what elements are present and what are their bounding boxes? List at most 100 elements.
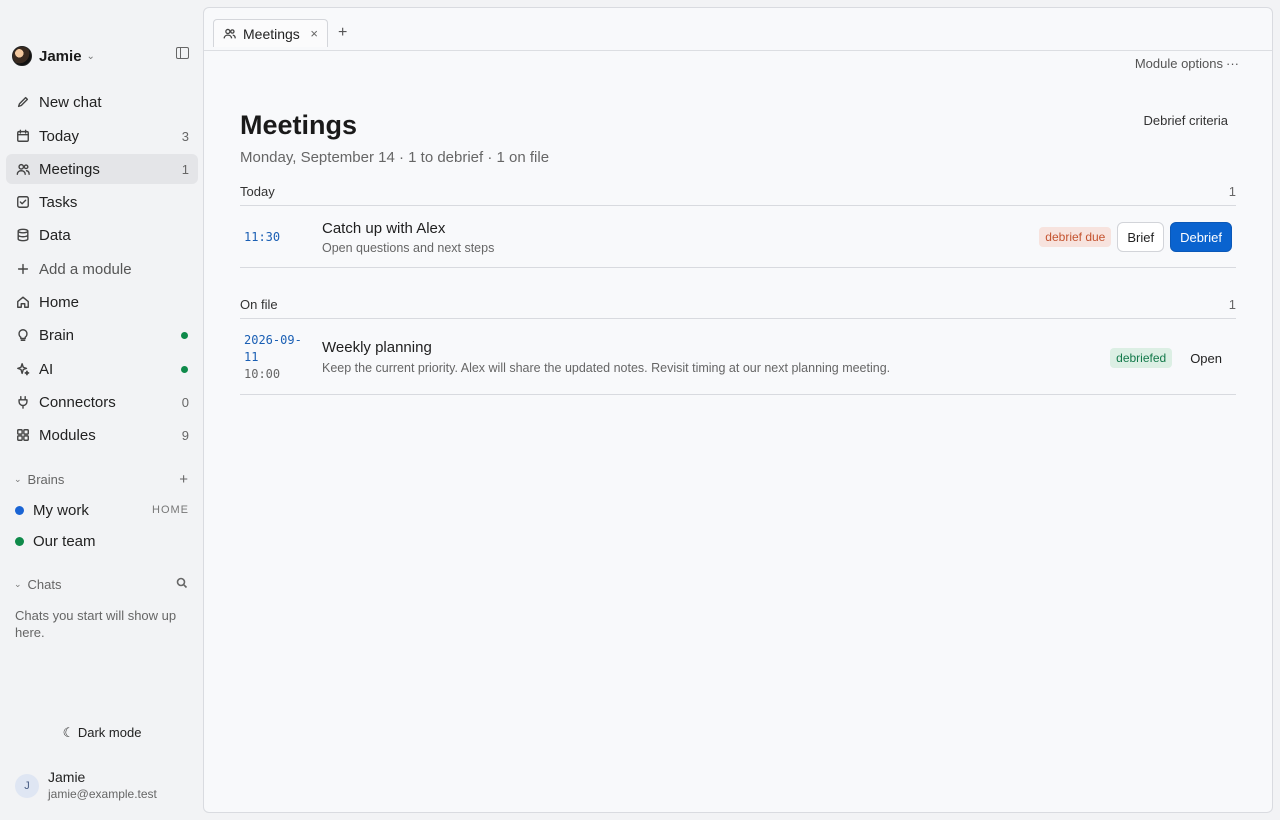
meeting-description: Open questions and next steps xyxy=(322,241,495,255)
sidebar-item-brain[interactable]: Brain xyxy=(6,320,198,350)
status-dot xyxy=(181,365,188,373)
debrief-button[interactable]: Debrief xyxy=(1170,222,1232,252)
meeting-time: 11:30 xyxy=(244,230,281,244)
meeting-date-line: 11 xyxy=(244,350,259,364)
sidebar-item-count: 0 xyxy=(181,394,189,410)
workspace-avatar xyxy=(12,46,32,66)
meeting-title[interactable]: Weekly planning xyxy=(322,339,432,356)
database-icon xyxy=(15,227,31,243)
group-header-today: Today 1 xyxy=(240,182,1236,206)
sidebar: Jamie ⌄ New chat Today 3 Meetings 1 Task… xyxy=(0,0,204,820)
house-icon xyxy=(15,294,31,310)
brain-color-dot xyxy=(15,505,24,515)
sidebar-item-meetings[interactable]: Meetings 1 xyxy=(6,154,198,184)
meeting-datetime: 2026-09- 11 10:00 xyxy=(244,332,302,383)
sidebar-item-label: Connectors xyxy=(39,393,116,411)
tab-bar: Meetings × + xyxy=(204,8,1272,51)
sidebar-item-label: AI xyxy=(39,360,54,378)
status-dot xyxy=(181,331,188,339)
open-button[interactable]: Open xyxy=(1180,343,1232,373)
tab-meetings[interactable]: Meetings × xyxy=(213,19,328,47)
brain-name: My work xyxy=(33,501,89,519)
close-icon[interactable]: × xyxy=(310,26,318,41)
status-badge: debriefed xyxy=(1110,348,1173,368)
module-options-label: Module options xyxy=(1134,56,1223,71)
sidebar-item-label: Meetings xyxy=(39,160,100,178)
user-email: jamie@example.test xyxy=(48,787,157,801)
moon-icon: ☾ xyxy=(62,725,75,740)
group-label: Today xyxy=(240,184,275,199)
status-badge: debrief due xyxy=(1039,227,1112,247)
workspace-switcher[interactable]: Jamie ⌄ xyxy=(12,45,192,67)
sidebar-item-label: Today xyxy=(39,127,80,145)
brains-section-header[interactable]: ⌄ Brains + xyxy=(14,470,190,488)
group-label: On file xyxy=(240,297,278,312)
meeting-description: Keep the current priority. Alex will sha… xyxy=(322,361,891,375)
sidebar-item-data[interactable]: Data xyxy=(6,220,198,250)
sidebar-item-ai[interactable]: AI xyxy=(6,354,198,384)
sidebar-item-count: 3 xyxy=(181,128,189,144)
sidebar-item-label: Data xyxy=(39,226,71,244)
group-count: 1 xyxy=(1228,297,1236,312)
meeting-date-line: 2026-09- xyxy=(244,333,302,347)
sidebar-item-home[interactable]: Home xyxy=(6,287,198,317)
chevron-down-icon: ⌄ xyxy=(14,578,22,589)
sidebar-item-label: Brain xyxy=(39,326,75,344)
home-tag: HOME xyxy=(152,504,189,516)
people-icon xyxy=(15,161,31,177)
sidebar-item-label: New chat xyxy=(39,93,102,111)
group-count: 1 xyxy=(1228,184,1236,199)
plug-icon xyxy=(15,394,31,410)
debrief-criteria-button[interactable]: Debrief criteria xyxy=(1143,113,1228,128)
sidebar-item-label: Modules xyxy=(39,426,96,444)
sidebar-item-modules[interactable]: Modules 9 xyxy=(6,420,198,450)
sidebar-item-today[interactable]: Today 3 xyxy=(6,121,198,151)
brain-item-our-team[interactable]: Our team xyxy=(15,530,191,552)
meeting-title[interactable]: Catch up with Alex xyxy=(322,220,445,237)
sidebar-item-new-chat[interactable]: New chat xyxy=(6,87,198,117)
brain-name: Our team xyxy=(33,532,96,550)
sidebar-toggle-icon[interactable] xyxy=(176,47,189,59)
new-tab-button[interactable]: + xyxy=(338,24,347,42)
workspace-name: Jamie xyxy=(39,47,82,65)
sidebar-item-count: 1 xyxy=(181,161,189,177)
grid-icon xyxy=(15,427,31,443)
checkbox-icon xyxy=(15,194,31,210)
tab-label: Meetings xyxy=(243,25,300,42)
sidebar-item-label: Home xyxy=(39,293,80,311)
chats-section-header[interactable]: ⌄ Chats xyxy=(14,575,190,593)
user-account[interactable]: J Jamie jamie@example.test xyxy=(15,768,195,804)
sidebar-item-label: Tasks xyxy=(39,193,78,211)
chevron-down-icon: ⌄ xyxy=(14,473,22,484)
chevron-down-icon: ⌄ xyxy=(86,50,95,62)
more-icon: ··· xyxy=(1226,56,1239,71)
main-panel: Meetings × + Module options ··· Meetings … xyxy=(203,7,1273,813)
dark-mode-toggle[interactable]: ☾ Dark mode xyxy=(0,725,204,741)
calendar-icon xyxy=(15,128,31,144)
pencil-icon xyxy=(15,94,31,110)
section-label: Brains xyxy=(27,471,65,487)
search-icon[interactable] xyxy=(176,576,188,593)
people-icon xyxy=(223,28,236,39)
sidebar-item-connectors[interactable]: Connectors 0 xyxy=(6,387,198,417)
page-subtitle: Monday, September 14 · 1 to debrief · 1 … xyxy=(240,149,550,166)
chats-empty-text: Chats you start will show up here. xyxy=(15,608,177,640)
meeting-row[interactable]: 11:30 Catch up with Alex Open questions … xyxy=(240,207,1236,268)
bulb-icon xyxy=(15,327,31,343)
brain-color-dot xyxy=(15,536,24,546)
avatar: J xyxy=(15,774,39,798)
page-title: Meetings xyxy=(240,110,358,140)
meeting-time: 10:00 xyxy=(244,367,281,381)
sidebar-item-count: 9 xyxy=(181,427,189,443)
meeting-row[interactable]: 2026-09- 11 10:00 Weekly planning Keep t… xyxy=(240,320,1236,395)
section-label: Chats xyxy=(27,576,62,592)
brief-button[interactable]: Brief xyxy=(1117,222,1165,252)
brain-item-my-work[interactable]: My work HOME xyxy=(15,499,191,521)
group-header-on-file: On file 1 xyxy=(240,295,1236,319)
add-brain-button[interactable]: + xyxy=(179,471,188,488)
sidebar-item-add-module[interactable]: Add a module xyxy=(6,254,198,284)
module-options-button[interactable]: Module options ··· xyxy=(1135,56,1239,71)
sidebar-item-label: Add a module xyxy=(39,260,132,278)
dark-mode-label: Dark mode xyxy=(77,725,142,740)
sidebar-item-tasks[interactable]: Tasks xyxy=(6,187,198,217)
